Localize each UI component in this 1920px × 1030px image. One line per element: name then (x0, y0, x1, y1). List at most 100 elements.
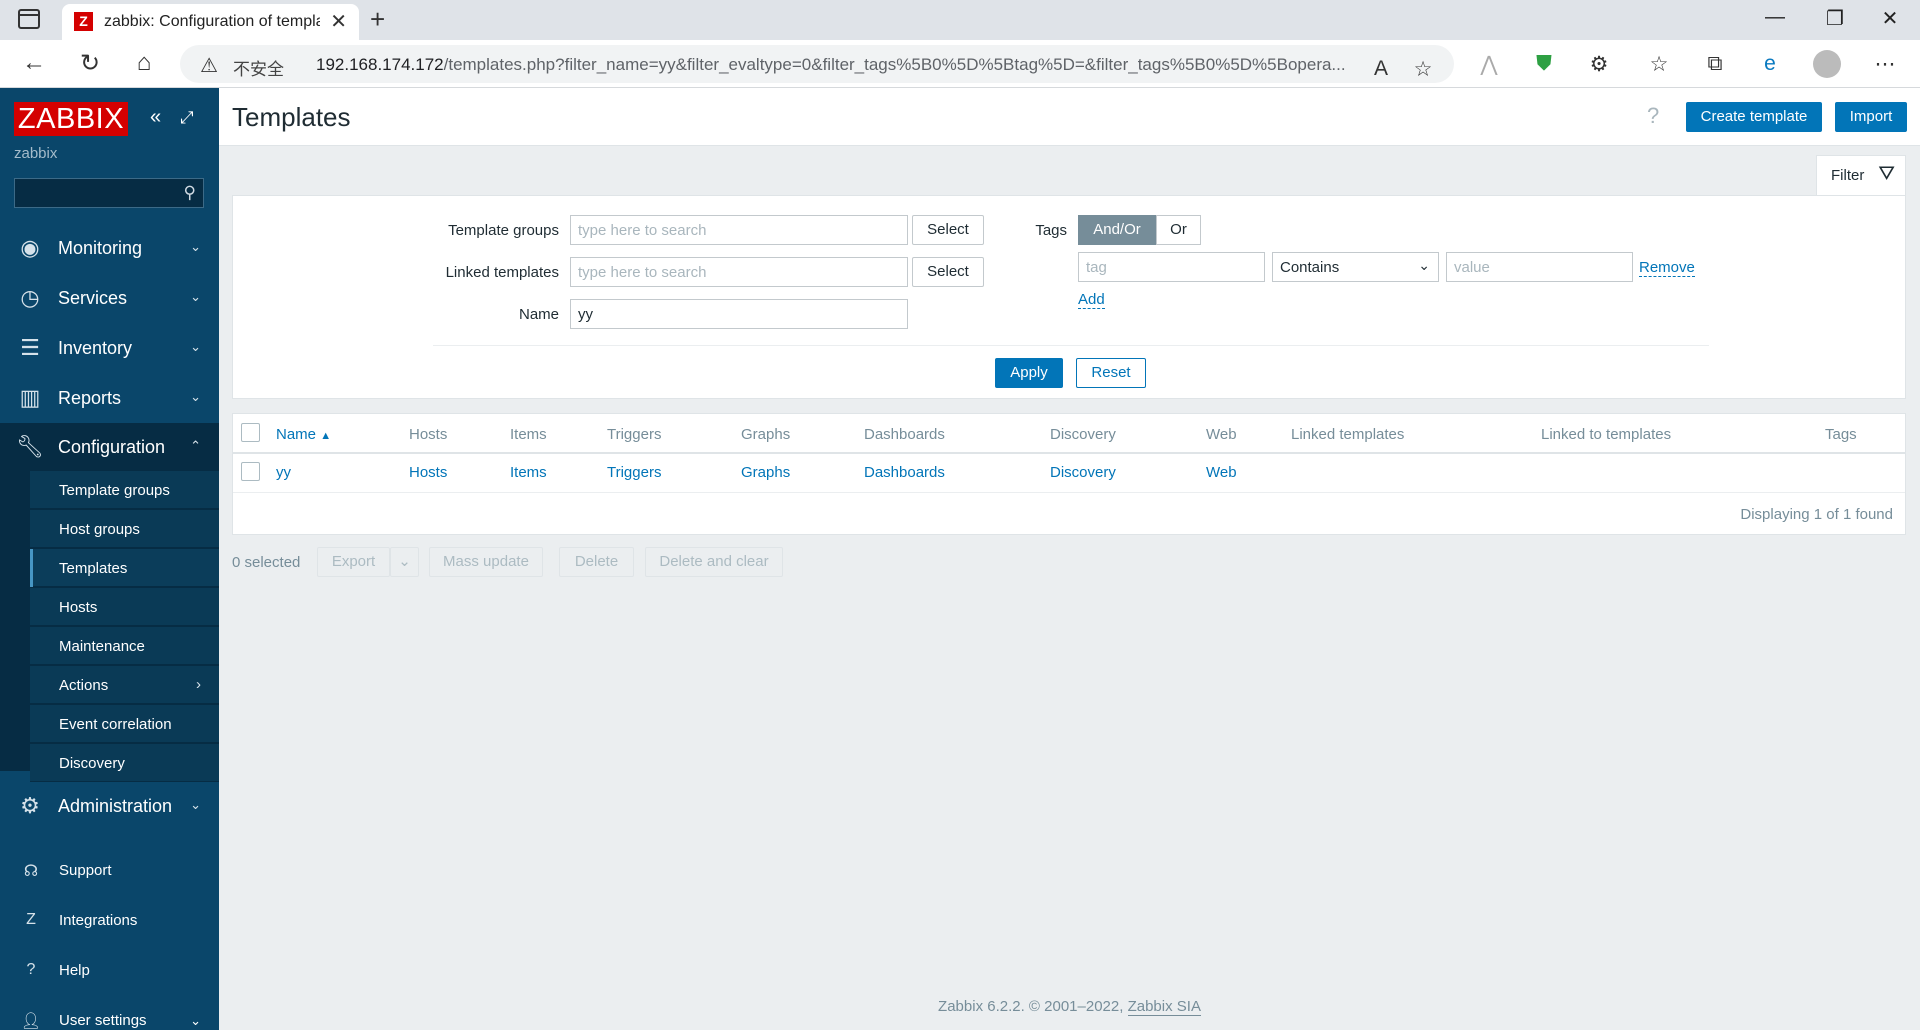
read-aloud-icon[interactable]: A (1366, 57, 1396, 81)
edge-icon[interactable]: e (1755, 52, 1785, 76)
column-header-graphs: Graphs (741, 426, 791, 443)
window-close-icon[interactable]: ✕ (1870, 6, 1910, 31)
graphs-link[interactable]: Graphs (741, 464, 790, 481)
menu-administration[interactable]: ⚙ Administration ⌄ (0, 782, 219, 832)
delete-button[interactable]: Delete (559, 547, 634, 577)
hosts-link[interactable]: Hosts (409, 464, 447, 481)
favorite-add-icon[interactable]: ☆ (1408, 57, 1438, 82)
export-dropdown-button[interactable]: ⌄ (390, 547, 419, 577)
extensions-icon[interactable]: ⚙ (1584, 52, 1614, 77)
linked-templates-input[interactable]: type here to search (570, 257, 908, 287)
menu-inventory[interactable]: ☰ Inventory ⌄ (0, 324, 219, 374)
chevron-down-icon: ⌄ (190, 339, 201, 354)
name-input[interactable]: yy (570, 299, 908, 329)
submenu-event-correlation[interactable]: Event correlation (30, 705, 219, 743)
sidebar-integrations[interactable]: Z Integrations (0, 902, 219, 942)
sidebar-help[interactable]: ? Help (0, 952, 219, 992)
tag-operator-select[interactable]: Contains ⌄ (1272, 252, 1439, 282)
delete-and-clear-button[interactable]: Delete and clear (645, 547, 783, 577)
url-text[interactable]: 192.168.174.172/templates.php?filter_nam… (316, 55, 1356, 75)
more-icon[interactable]: ⋯ (1870, 52, 1900, 77)
filter-tab[interactable]: Filter ⛛ (1816, 155, 1906, 195)
dashboards-link[interactable]: Dashboards (864, 464, 945, 481)
help-icon[interactable]: ? (1647, 103, 1659, 129)
add-tag-link[interactable]: Add (1078, 292, 1105, 309)
browser-tab[interactable]: Z zabbix: Configuration of templates ✕ (62, 4, 359, 40)
name-label: Name (518, 306, 559, 323)
tag-value-input[interactable]: value (1446, 252, 1633, 282)
submenu-label: Hosts (59, 599, 98, 616)
collapse-sidebar-icon[interactable]: « (150, 106, 161, 129)
extension-a-icon[interactable]: ⋀ (1474, 52, 1504, 77)
vendor-link[interactable]: Zabbix SIA (1127, 998, 1201, 1016)
profile-avatar[interactable] (1813, 50, 1841, 78)
tab-actions-icon[interactable] (18, 9, 40, 29)
export-button[interactable]: Export (317, 547, 390, 577)
submenu-label: Actions (59, 677, 109, 694)
template-name-link[interactable]: yy (276, 464, 291, 481)
favorites-icon[interactable]: ☆ (1644, 52, 1674, 77)
headset-icon: ☊ (23, 863, 39, 880)
reset-button[interactable]: Reset (1076, 358, 1146, 388)
sidebar-user-settings[interactable]: 👤︎ User settings ⌄ (0, 1002, 219, 1030)
sidebar-search-input[interactable]: ⚲ (14, 178, 204, 208)
tags-andor-toggle[interactable]: And/Or (1078, 215, 1156, 245)
warning-icon[interactable]: ⚠ (200, 53, 218, 78)
remove-tag-link[interactable]: Remove (1639, 260, 1695, 277)
tags-label: Tags (1035, 222, 1067, 239)
tag-name-input[interactable]: tag (1078, 252, 1265, 282)
shield-icon[interactable]: ⛊ (1529, 52, 1559, 76)
zabbix-logo[interactable]: ZABBIX (14, 102, 128, 136)
template-groups-input[interactable]: type here to search (570, 215, 908, 245)
submenu-maintenance[interactable]: Maintenance (30, 627, 219, 665)
menu-label: Administration (58, 796, 173, 816)
sidebar-support[interactable]: ☊ Support (0, 852, 219, 892)
row-checkbox[interactable] (241, 462, 260, 481)
url-host: 192.168.174.172 (316, 55, 444, 74)
triggers-link[interactable]: Triggers (607, 464, 661, 481)
apply-button[interactable]: Apply (995, 358, 1063, 388)
collections-icon[interactable]: ⧉ (1700, 52, 1730, 76)
discovery-link[interactable]: Discovery (1050, 464, 1116, 481)
restore-icon[interactable]: ❐ (1815, 6, 1855, 31)
sidebar-footer-label: User settings (59, 1012, 147, 1029)
back-icon[interactable]: ← (16, 49, 52, 77)
linked-templates-select-button[interactable]: Select (912, 257, 984, 287)
tab-close-icon[interactable]: ✕ (330, 9, 347, 34)
column-header-name[interactable]: Name ▲ (276, 426, 331, 443)
menu-services[interactable]: ◷ Services ⌄ (0, 274, 219, 324)
submenu-template-groups[interactable]: Template groups (30, 471, 219, 509)
home-icon[interactable]: ⌂ (126, 49, 162, 77)
tag-operator-value: Contains (1280, 259, 1340, 276)
bar-chart-icon: ▥ (19, 385, 41, 410)
column-header-label: Name (276, 426, 317, 443)
tags-or-toggle[interactable]: Or (1156, 215, 1201, 245)
reload-icon[interactable]: ↻ (72, 49, 108, 78)
column-header-hosts: Hosts (409, 426, 448, 443)
submenu-host-groups[interactable]: Host groups (30, 510, 219, 548)
mass-update-button[interactable]: Mass update (429, 547, 543, 577)
select-all-checkbox[interactable] (241, 423, 260, 442)
chevron-up-icon: ⌃ (190, 438, 201, 453)
submenu-templates[interactable]: Templates (30, 549, 219, 587)
submenu-hosts[interactable]: Hosts (30, 588, 219, 626)
submenu-actions[interactable]: Actions › (30, 666, 219, 704)
create-template-button[interactable]: Create template (1686, 102, 1822, 132)
address-bar[interactable]: ⚠ 不安全 192.168.174.172/templates.php?filt… (180, 45, 1454, 83)
version-text: Zabbix 6.2.2. © 2001–2022, (938, 998, 1124, 1015)
template-groups-select-button[interactable]: Select (912, 215, 984, 245)
import-button[interactable]: Import (1835, 102, 1907, 132)
web-link[interactable]: Web (1206, 464, 1237, 481)
filter-divider (433, 345, 1709, 346)
submenu-discovery[interactable]: Discovery (30, 744, 219, 782)
column-header-discovery: Discovery (1050, 426, 1116, 443)
minimize-icon[interactable]: — (1755, 6, 1795, 29)
page-footer: Zabbix 6.2.2. © 2001–2022, Zabbix SIA (219, 998, 1920, 1016)
menu-monitoring[interactable]: ◉ Monitoring ⌄ (0, 224, 219, 274)
menu-configuration[interactable]: 🔧︎ Configuration ⌃ (0, 423, 219, 473)
search-icon[interactable]: ⚲ (184, 183, 196, 203)
items-link[interactable]: Items (510, 464, 547, 481)
kiosk-mode-icon[interactable]: ⤢ (180, 108, 194, 128)
menu-reports[interactable]: ▥ Reports ⌄ (0, 374, 219, 424)
new-tab-icon[interactable]: + (370, 4, 385, 35)
